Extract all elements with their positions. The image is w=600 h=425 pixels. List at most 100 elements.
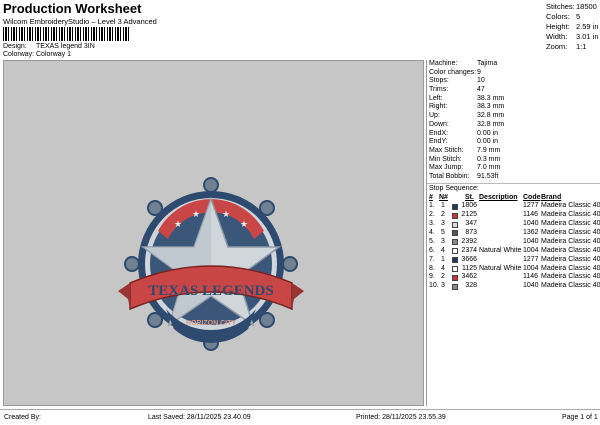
spec-label: Color changes: [429,68,477,76]
spec-label: Max Jump: [429,164,464,172]
sequence-title: Stop Sequence: [429,184,479,192]
color-swatch [452,221,458,228]
summary-colors: Colors: 5 [546,12,581,21]
design-canvas: ★ ★ ★ ★ TEXAS LEGENDS HORIZON CITY [3,60,424,406]
color-swatch [452,257,458,264]
spec-row: Max Jump: 7.0 mm [427,164,600,173]
spec-label: Machine: [429,60,458,67]
stop-number: 6. [429,246,435,254]
needle-number: 5 [441,228,445,236]
spec-label: Trims: [429,86,449,94]
stop-number: 7. [429,255,435,263]
thread-brand: Madeira Classic 40 [541,255,600,263]
thread-description: Natural White [479,264,522,272]
stop-number: 8. [429,264,435,272]
spec-value: Tajima [477,60,498,67]
thread-brand: Madeira Classic 40 [541,273,600,281]
spec-value: 10 [477,77,485,85]
specs-panel: Machine: Tajima Color changes: 9 Stops: 10 Tri… [426,60,600,406]
thread-code: 1040 [523,237,539,245]
stitch-count: 328 [465,282,477,290]
spec-label: EndX: [429,129,449,137]
spec-row: Total Bobbin: 91.53ft [427,173,600,182]
stitch-count: 2374 [461,246,477,254]
table-row: 1. 1 1806 1277 Madeira Classic 40 [427,202,600,211]
spec-value: 0.00 in [477,129,499,137]
spec-value: 38.3 mm [477,103,505,111]
svg-text:★: ★ [240,219,248,229]
thread-brand: Madeira Classic 40 [541,220,600,228]
svg-text:★: ★ [222,209,230,219]
needle-number: 4 [441,264,445,272]
design-value: TEXAS legend 3IN [36,43,95,50]
thread-code: 1277 [523,255,539,263]
spec-label: Up: [429,112,440,120]
stitch-count: 1806 [461,202,477,210]
stop-number: 4. [429,228,435,236]
spec-row: Up: 32.8 mm [427,112,600,121]
spec-row: Down: 32.8 mm [427,121,600,130]
spec-row: Max Stitch: 7.9 mm [427,147,600,156]
sequence-header: # N# St. Description Code Brand [429,194,562,202]
spec-label: Total Bobbin: [429,172,470,180]
page-number: Page 1 of 1 [562,414,598,421]
needle-number: 1 [441,255,445,263]
needle-number: 4 [441,246,445,254]
needle-number: 1 [441,202,445,210]
summary-width: Width: 3.01 in [546,32,599,41]
spec-value: 32.8 mm [477,112,505,120]
summary-zoom: Zoom: 1:1 [546,42,587,51]
spec-value: 7.0 mm [477,164,501,172]
stitch-count: 2392 [461,237,477,245]
spec-row: Min Stitch: 0.3 mm [427,156,600,165]
spec-value: 91.53ft [477,172,499,180]
sequence-rows: 1. 1 1806 1277 Madeira Classic 40 2. 2 2125 1146… [427,202,600,291]
colorway-value: Colorway 1 [36,51,72,58]
colorway-label: Colorway: [3,51,35,58]
needle-number: 3 [441,237,445,245]
thread-code: 1146 [523,211,539,219]
spec-row: Color changes: 9 [427,69,600,78]
stitch-count: 3462 [461,273,477,281]
color-swatch [452,230,458,237]
thread-code: 1040 [523,220,539,228]
spec-value: 9 [477,68,481,76]
stop-number: 1. [429,202,435,210]
page-title: Production Worksheet [3,1,142,16]
summary-height: Height: 2.59 in [546,22,599,31]
stop-number: 2. [429,211,435,219]
table-row: 9. 2 3462 1146 Madeira Classic 40 [427,273,600,282]
thread-brand: Madeira Classic 40 [541,202,600,210]
thread-code: 1004 [523,246,539,254]
spec-value: 38.3 mm [477,94,505,102]
color-swatch [452,283,458,290]
spec-label: Down: [429,120,449,128]
colorway-row: Colorway: Colorway 1 [3,51,203,58]
software-name: Wilcom EmbroideryStudio – Level 3 Advanc… [3,17,157,26]
table-row: 8. 4 1125 Natural White 1004 Madeira Classic … [427,265,600,274]
spec-value: 47 [477,86,485,94]
spec-value: 0.00 in [477,138,499,146]
spec-label: Max Stitch: [429,146,464,154]
thread-brand: Madeira Classic 40 [541,282,600,290]
needle-number: 2 [441,273,445,281]
spec-label: EndY: [429,138,448,146]
stop-number: 9. [429,273,435,281]
color-swatch [452,248,458,255]
thread-brand: Madeira Classic 40 [541,237,600,245]
thread-code: 1146 [523,273,539,281]
spec-row: EndX: 0.00 in [427,130,600,139]
color-swatch [452,274,458,281]
barcode [3,27,131,41]
thread-code: 1277 [523,202,539,210]
color-swatch [452,239,458,246]
table-row: 10. 3 328 1040 Madeira Classic 40 [427,282,600,291]
stitch-count: 347 [465,220,477,228]
table-row: 4. 5 873 1362 Madeira Classic 40 [427,229,600,238]
table-row: 5. 3 2392 1040 Madeira Classic 40 [427,238,600,247]
color-swatch [452,203,458,210]
summary-stitches: Stitches: 18500 [546,2,597,11]
spec-row: Machine: Tajima [427,60,600,69]
thread-brand: Madeira Classic 40 [541,246,600,254]
spec-value: 7.9 mm [477,146,501,154]
